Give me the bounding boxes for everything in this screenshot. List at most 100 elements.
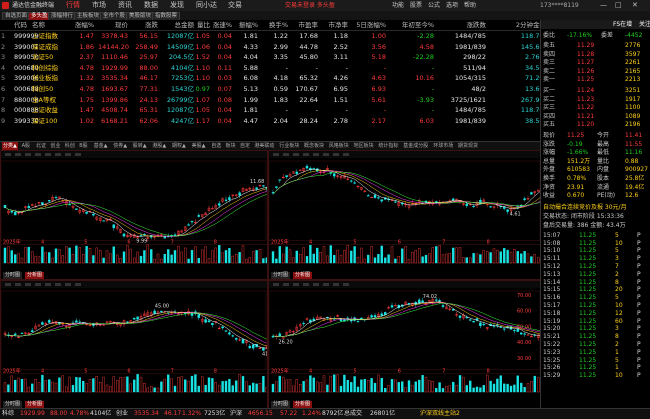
column-header[interactable]: 涨速% xyxy=(212,20,232,30)
category-tab[interactable]: 行业板块 xyxy=(279,142,299,150)
x-tick-label: 6 xyxy=(398,369,401,375)
volume-bar xyxy=(239,374,241,392)
volume-bar xyxy=(92,379,94,392)
category-tab[interactable]: 环球市场 xyxy=(433,142,453,150)
menu-market2[interactable]: 市场 xyxy=(92,1,106,10)
chart-panel-bottom-right[interactable]: 74.0226.2070.0060.0050.0040.0030.002025年… xyxy=(268,280,542,409)
column-header[interactable]: 市盈率 xyxy=(290,20,318,30)
table-cell-speed: 0.07 xyxy=(212,84,232,94)
table-row[interactable]: 1999999上证指数1.473378.4356.1512087亿1.050.0… xyxy=(0,31,540,41)
category-tab[interactable]: 债券▲ xyxy=(113,142,127,150)
table-cell-speed: 0.04 xyxy=(212,31,232,41)
table-row[interactable]: 7880008全A等权1.751399.8624.1326799亿1.070.0… xyxy=(0,95,540,105)
menu-trade[interactable]: 交易 xyxy=(228,1,242,10)
volume-bar xyxy=(126,245,128,263)
chart-tab-intraday[interactable]: 分时图 xyxy=(271,401,290,408)
maximize-icon[interactable]: □ xyxy=(615,1,622,10)
chart-toolbar-icon xyxy=(313,283,319,286)
table-row[interactable]: 9399330深证1001.026168.2162.064247亿1.170.0… xyxy=(0,116,540,126)
chart-tab-intraday[interactable]: 分时图 xyxy=(3,272,22,279)
category-tab[interactable]: 分类▲ xyxy=(2,142,18,150)
table-row[interactable]: 5399006创业板指1.323535.3446.177253亿1.100.03… xyxy=(0,73,540,83)
category-tab[interactable]: 地区板块 xyxy=(354,142,374,150)
candle-body xyxy=(500,327,502,328)
chart-panel-top-right[interactable]: 4.612025年45678 分时图 分析图 xyxy=(268,150,542,280)
column-header[interactable]: 现价 xyxy=(98,20,128,30)
table-row[interactable]: 6000688科创504.781693.6777.311543亿0.970.07… xyxy=(0,84,540,94)
account-field[interactable]: 173****8119 xyxy=(540,1,579,10)
volume-bar xyxy=(272,252,274,263)
menu-function[interactable]: 功能 xyxy=(392,1,404,10)
category-tab[interactable]: 自定 xyxy=(240,142,250,150)
chart-panel-bottom-left[interactable]: 45.0041.802025年45678 分时图 分析图 xyxy=(0,280,268,409)
category-tab[interactable]: 科创 xyxy=(65,142,75,150)
menu-news[interactable]: 资讯 xyxy=(118,1,132,10)
menu-help[interactable]: 帮助 xyxy=(464,1,476,10)
category-tab[interactable]: 北证 xyxy=(36,142,46,150)
category-tab[interactable]: A股 xyxy=(22,142,30,150)
column-header[interactable]: 2分钟金额 xyxy=(490,20,546,30)
login-status[interactable]: 交易未登录 多头盈 xyxy=(285,1,335,10)
column-header[interactable]: 年初至今% xyxy=(390,20,434,30)
menu-market[interactable]: 行情 xyxy=(66,1,80,10)
table-row[interactable]: 3899050北证502.371110.4625.97204.5亿1.520.0… xyxy=(0,52,540,62)
table-cell-amp: 1.81 xyxy=(234,31,258,41)
close-icon[interactable]: ✕ xyxy=(632,1,638,10)
column-header[interactable]: 涨幅% xyxy=(62,20,94,30)
category-tab[interactable]: 基金▲ xyxy=(94,142,108,150)
menu-stock[interactable]: 股票 xyxy=(410,1,422,10)
candle-body xyxy=(222,327,224,328)
category-tab[interactable]: 自选 xyxy=(211,142,221,150)
category-tab[interactable]: 期权▲ xyxy=(172,142,186,150)
menu-data[interactable]: 数据 xyxy=(144,1,158,10)
column-header[interactable]: 振幅% xyxy=(234,20,258,30)
menu-formula[interactable]: 公式 xyxy=(428,1,440,10)
row-number: 7 xyxy=(1,95,11,105)
volume-bar xyxy=(445,386,447,392)
chart-tab-analysis[interactable]: 分析图 xyxy=(25,401,44,408)
column-header[interactable]: 5日涨幅% xyxy=(350,20,386,30)
category-tab[interactable]: 风格板块 xyxy=(329,142,349,150)
category-tab[interactable]: 创业 xyxy=(50,142,60,150)
category-tab[interactable]: 股转▲ xyxy=(133,142,147,150)
category-tab[interactable]: 期货现货 xyxy=(458,142,478,150)
column-header[interactable]: 涨跌数 xyxy=(438,20,486,30)
category-tab[interactable]: 板块 xyxy=(226,142,236,150)
category-tab[interactable]: 基金成分股 xyxy=(403,142,428,150)
column-header[interactable]: 换手% xyxy=(260,20,288,30)
table-row[interactable]: 4000680科创综指4.781929.9988.004104亿1.100.11… xyxy=(0,63,540,73)
column-header[interactable]: 市净率 xyxy=(320,20,348,30)
column-header[interactable]: 名称 xyxy=(32,20,58,30)
category-tab[interactable]: 美股▲ xyxy=(192,142,206,150)
column-header[interactable]: 代码 xyxy=(14,20,28,30)
category-tab[interactable]: 概念板块 xyxy=(304,142,324,150)
chart-tab-analysis[interactable]: 分析图 xyxy=(25,272,44,279)
volume-bar xyxy=(316,248,318,263)
category-tab[interactable]: 统计指标 xyxy=(378,142,398,150)
volume-bar xyxy=(120,258,122,263)
minimize-icon[interactable]: — xyxy=(600,1,607,10)
candle-body xyxy=(275,187,277,188)
table-cell-price: 1929.99 xyxy=(98,63,128,73)
follow-button[interactable]: 关注 xyxy=(639,20,650,29)
volume-bar xyxy=(31,252,33,263)
column-header[interactable]: 涨跌 xyxy=(130,20,158,30)
table-row[interactable]: 2399001深证成指1.8614144.20258.4914509亿1.060… xyxy=(0,42,540,52)
column-header[interactable]: 量比 xyxy=(190,20,210,30)
menu-xiaoda[interactable]: 同小达 xyxy=(196,1,217,10)
menu-discover[interactable]: 发现 xyxy=(170,1,184,10)
volume-bar xyxy=(354,247,356,263)
chart-tab-analysis[interactable]: 分析图 xyxy=(293,272,312,279)
column-header[interactable]: 总金额 xyxy=(160,20,194,30)
chart-tab-analysis[interactable]: 分析图 xyxy=(293,401,312,408)
chart-tab-intraday[interactable]: 分时图 xyxy=(3,401,22,408)
category-tab[interactable]: 港美联动 xyxy=(254,142,274,150)
category-tab[interactable]: B股 xyxy=(79,142,87,150)
chart-tab-intraday[interactable]: 分时图 xyxy=(271,272,290,279)
menu-options[interactable]: 选项 xyxy=(446,1,458,10)
category-tab[interactable]: 港股▲ xyxy=(152,142,166,150)
table-cell-price: 1110.46 xyxy=(98,52,128,62)
table-row[interactable]: 8000888上证收益1.474508.7465.3112087亿1.050.0… xyxy=(0,105,540,115)
chart-panel-top-left[interactable]: 11.689.992025年45678 分时图 分析图 xyxy=(0,150,268,280)
app-logo-icon xyxy=(2,2,9,9)
